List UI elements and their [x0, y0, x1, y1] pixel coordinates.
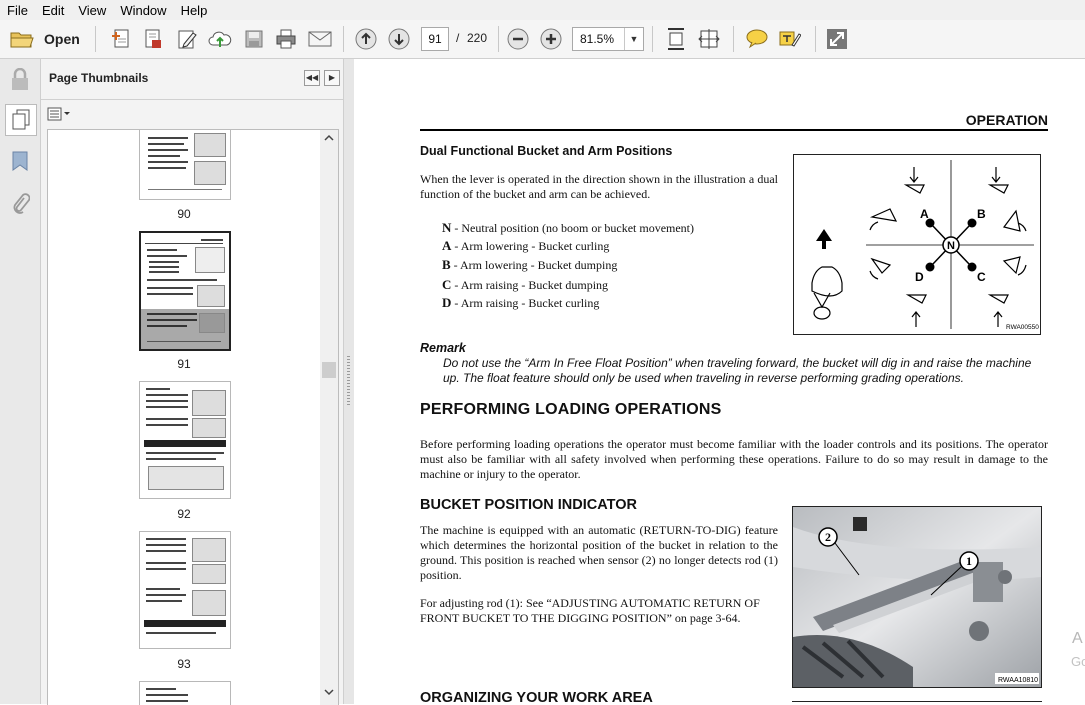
remark-text: Do not use the “Arm In Free Float Positi… [443, 356, 1032, 385]
remark-heading: Remark [420, 341, 466, 355]
next-page-icon[interactable] [387, 28, 411, 50]
edit-pdf-icon[interactable] [174, 28, 200, 50]
dual-paragraph: When the lever is operated in the direct… [420, 172, 778, 201]
page-thumbnails-icon[interactable] [5, 104, 37, 136]
navigation-rail [0, 59, 41, 704]
bookmarks-icon[interactable] [5, 147, 35, 177]
chevron-down-icon[interactable]: ▼ [624, 28, 643, 50]
cloud-upload-icon[interactable] [207, 28, 233, 50]
bucket-paragraph-1: The machine is equipped with an automati… [420, 523, 778, 582]
comment-icon[interactable] [744, 28, 770, 50]
toolbar: Open 91 / 220 81.5% ▼ [0, 20, 1085, 59]
organize-heading: ORGANIZING YOUR WORK AREA [420, 690, 653, 704]
toolbar-separator [652, 26, 653, 52]
diagram-label-c: C [977, 270, 986, 284]
collapse-panel-icon[interactable]: ◀◀ [304, 70, 320, 86]
thumbnails-panel: Page Thumbnails ◀◀ ▶ 90 91 92 93 [41, 59, 343, 705]
highlight-icon[interactable] [777, 28, 803, 50]
print-icon[interactable] [273, 28, 299, 50]
watermark-text: A [1072, 630, 1083, 647]
toolbar-separator [95, 26, 96, 52]
diagram-label-d: D [915, 270, 924, 284]
page-separator: / [456, 31, 460, 45]
section-header: OPERATION [965, 112, 1048, 128]
loading-paragraph: Before performing loading operations the… [420, 437, 1048, 481]
scroll-thumb [322, 362, 336, 378]
page-total: 220 [467, 31, 488, 45]
create-pdf-icon[interactable] [108, 28, 134, 50]
save-icon[interactable] [241, 28, 267, 50]
attachments-icon[interactable] [5, 189, 35, 219]
diagram-label-b: B [977, 207, 986, 221]
thumbnail-page-92[interactable] [139, 381, 231, 499]
page-number-input[interactable]: 91 [421, 27, 449, 51]
thumbnail-label: 93 [177, 657, 191, 671]
thumbnail-label: 91 [177, 357, 191, 371]
thumbnail-label: 92 [177, 507, 191, 521]
export-pdf-icon[interactable] [140, 28, 166, 50]
thumbnail-scrollbar[interactable] [320, 130, 338, 705]
diagram-code: RWA00550 [1006, 324, 1039, 331]
scroll-up-icon [324, 134, 334, 141]
menu-edit[interactable]: Edit [35, 3, 71, 18]
loading-heading: PERFORMING LOADING OPERATIONS [420, 401, 722, 418]
legend-item-b: B - Arm lowering - Bucket dumping [442, 257, 618, 272]
toolbar-separator [343, 26, 344, 52]
document-viewport[interactable]: OPERATION Dual Functional Bucket and Arm… [354, 59, 1085, 704]
thumbnail-page-90[interactable] [139, 130, 231, 200]
lock-icon[interactable] [5, 65, 35, 95]
photo-callout-2: 2 [825, 530, 831, 544]
fullscreen-icon[interactable] [824, 28, 850, 50]
email-icon[interactable] [306, 28, 334, 50]
legend-item-n: N - Neutral position (no boom or bucket … [442, 220, 695, 235]
zoom-in-icon[interactable] [539, 28, 563, 50]
zoom-select[interactable]: 81.5% ▼ [572, 27, 644, 51]
expand-panel-icon[interactable]: ▶ [324, 70, 340, 86]
header-rule [420, 129, 1048, 131]
thumbnail-page-next[interactable] [139, 681, 231, 705]
thumbnail-list[interactable]: 90 91 92 93 [47, 129, 339, 705]
thumbnail-page-93[interactable] [139, 531, 231, 649]
menu-view[interactable]: View [71, 3, 113, 18]
scroll-down-icon [324, 689, 334, 696]
menu-help[interactable]: Help [174, 3, 215, 18]
previous-page-icon[interactable] [354, 28, 378, 50]
open-folder-icon[interactable] [8, 28, 36, 50]
toolbar-separator [498, 26, 499, 52]
fit-width-icon[interactable] [697, 28, 721, 50]
legend-item-a: A - Arm lowering - Bucket curling [442, 238, 610, 253]
photo-code: RWAA10810 [998, 677, 1038, 684]
legend-item-d: D - Arm raising - Bucket curling [442, 295, 600, 310]
fit-page-icon[interactable] [664, 28, 688, 50]
diagram-label-a: A [920, 207, 929, 221]
menu-file[interactable]: File [0, 3, 35, 18]
thumbnail-options-icon[interactable] [47, 107, 71, 121]
open-button[interactable]: Open [44, 31, 80, 47]
panel-title: Page Thumbnails [49, 71, 149, 85]
toolbar-separator [733, 26, 734, 52]
photo-callout-1: 1 [966, 554, 972, 568]
diagram-label-n: N [947, 240, 955, 252]
thumbnail-page-91[interactable] [139, 231, 231, 351]
menu-window[interactable]: Window [113, 3, 173, 18]
menu-bar: File Edit View Window Help [0, 0, 1085, 20]
bucket-heading: BUCKET POSITION INDICATOR [420, 497, 637, 513]
dual-heading: Dual Functional Bucket and Arm Positions [420, 144, 673, 158]
bucket-paragraph-2: For adjusting rod (1): See “ADJUSTING AU… [420, 596, 760, 625]
zoom-value: 81.5% [580, 32, 615, 46]
splitter-grip[interactable] [347, 356, 350, 406]
toolbar-separator [815, 26, 816, 52]
joystick-diagram: N A B D C RWA00550 [793, 154, 1041, 335]
thumbnail-label: 90 [177, 207, 191, 221]
panel-header: Page Thumbnails ◀◀ ▶ [41, 59, 343, 100]
watermark-subtext: Go [1071, 654, 1085, 669]
zoom-out-icon[interactable] [506, 28, 530, 50]
bucket-sensor-photo: 2 1 RWAA10810 [792, 506, 1042, 688]
legend-item-c: C - Arm raising - Bucket dumping [442, 277, 609, 292]
